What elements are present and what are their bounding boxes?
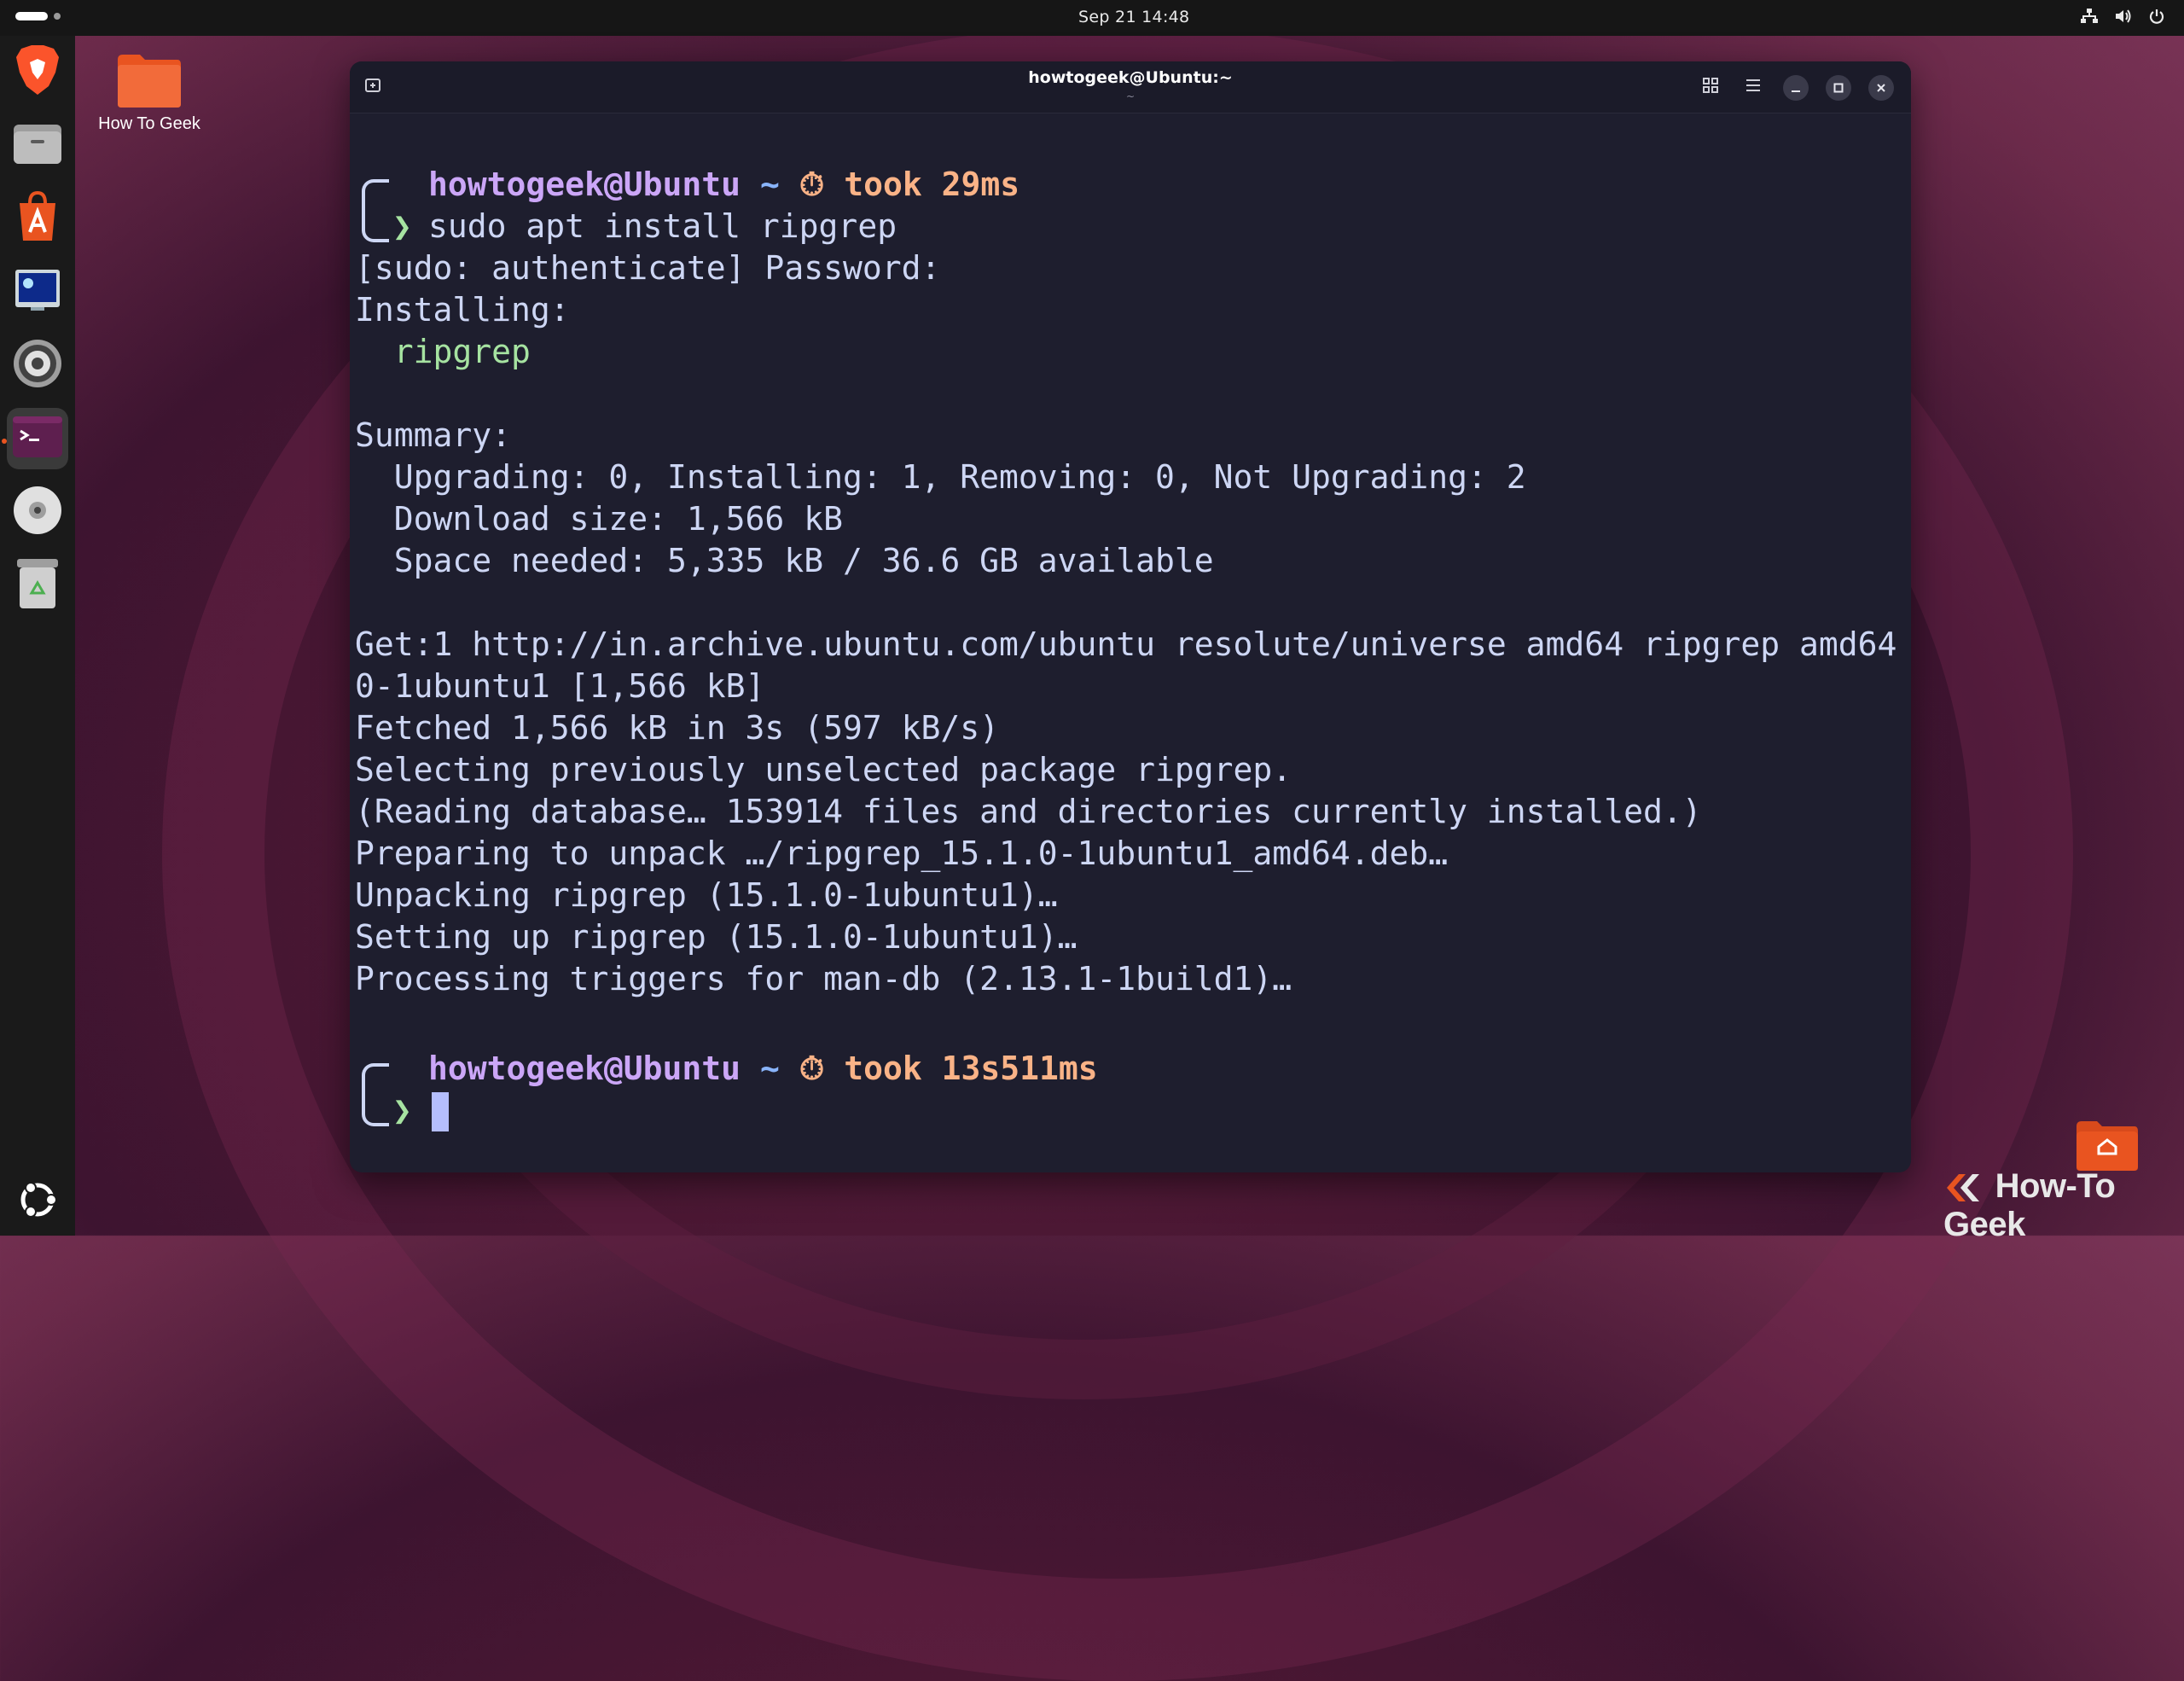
workspace-dot [54, 13, 61, 20]
desktop-folder[interactable]: How To Geek [94, 53, 205, 134]
terminal-title: howtogeek@Ubuntu:~ [1028, 68, 1233, 87]
disc-icon [12, 485, 63, 539]
prompt-line: howtogeek@Ubuntu ~ ⏱ took 13s511ms [428, 1048, 1098, 1090]
prompt-duration: took 13s511ms [844, 1050, 1098, 1087]
folder-icon [116, 55, 183, 113]
home-folder-icon [2075, 1120, 2140, 1172]
output-line: Fetched 1,566 kB in 3s (597 kB/s) [355, 709, 999, 747]
dock-item-app-center[interactable] [7, 188, 68, 249]
output-line: Installing: [355, 291, 570, 329]
output-line: Setting up ripgrep (15.1.0-1ubuntu1)… [355, 918, 1077, 956]
output-line: 0-1ubuntu1 [1,566 kB] [355, 667, 765, 705]
prompt-dir: ~ [759, 1050, 780, 1087]
output-line: Preparing to unpack …/ripgrep_15.1.0-1ub… [355, 835, 1449, 872]
terminal-subtitle: ~ [1125, 90, 1136, 102]
prompt-user: howtogeek@Ubuntu [428, 1050, 741, 1087]
network-icon[interactable] [2080, 8, 2099, 28]
tab-overview-button[interactable] [1698, 74, 1723, 100]
timer-icon: ⏱ [799, 166, 825, 203]
command-line: sudo apt install ripgrep [428, 207, 897, 245]
activities-indicator[interactable] [15, 12, 61, 20]
output-line: Selecting previously unselected package … [355, 751, 1292, 788]
output-line: Unpacking ripgrep (15.1.0-1ubuntu1)… [355, 876, 1058, 914]
grid-icon [1703, 77, 1718, 97]
desktop-folder-label: How To Geek [98, 114, 200, 133]
dock-item-brave[interactable] [7, 41, 68, 102]
prompt-duration: took 29ms [844, 166, 1020, 203]
workspace-active-pill [15, 12, 48, 20]
prompt-line: howtogeek@Ubuntu ~ ⏱ took 29ms [428, 164, 1019, 206]
running-indicator [2, 439, 7, 444]
prompt-chevron: ❯ [392, 207, 412, 245]
ubuntu-logo-icon [15, 1178, 60, 1225]
text-cursor[interactable] [432, 1092, 449, 1131]
prompt-bracket [362, 179, 389, 242]
show-apps-button[interactable] [7, 1171, 68, 1232]
prompt-chevron: ❯ [392, 1091, 412, 1129]
system-tray[interactable] [2080, 8, 2165, 28]
dock-item-settings[interactable] [7, 334, 68, 396]
output-line-package: ripgrep [355, 333, 531, 370]
htg-logo-icon [1943, 1167, 1995, 1205]
dock-item-monitor[interactable] [7, 261, 68, 323]
prompt-user: howtogeek@Ubuntu [428, 166, 741, 203]
menu-button[interactable] [1740, 74, 1766, 100]
volume-icon[interactable] [2114, 8, 2133, 28]
output-line: Get:1 http://in.archive.ubuntu.com/ubunt… [355, 625, 1911, 663]
dock-item-trash[interactable] [7, 555, 68, 616]
trash-icon [15, 557, 60, 614]
output-line: Download size: 1,566 kB [355, 500, 843, 538]
output-line: Processing triggers for man-db (2.13.1-1… [355, 960, 1292, 998]
output-line: [sudo: authenticate] Password: [355, 249, 941, 287]
maximize-button[interactable] [1826, 75, 1851, 101]
minimize-button[interactable] [1783, 75, 1809, 101]
timer-icon: ⏱ [799, 1050, 825, 1087]
maximize-icon [1833, 80, 1844, 96]
close-button[interactable] [1868, 75, 1894, 101]
close-icon [1876, 80, 1886, 96]
settings-icon [12, 338, 63, 393]
terminal-icon [12, 416, 63, 462]
hamburger-menu-icon [1745, 79, 1761, 96]
watermark-logo: How-To Geek [1943, 1167, 2184, 1244]
minimize-icon [1791, 80, 1801, 96]
dock-item-terminal[interactable] [7, 408, 68, 469]
dock [0, 36, 75, 1236]
output-line: Upgrading: 0, Installing: 1, Removing: 0… [355, 458, 1526, 496]
dock-item-disc[interactable] [7, 481, 68, 543]
output-line: (Reading database… 153914 files and dire… [355, 793, 1702, 830]
app-center-icon [15, 190, 61, 246]
brave-icon [13, 44, 62, 100]
dock-item-files[interactable] [7, 114, 68, 176]
files-icon [12, 121, 63, 169]
power-icon[interactable] [2148, 8, 2165, 28]
prompt-dir: ~ [759, 166, 780, 203]
output-line: Space needed: 5,335 kB / 36.6 GB availab… [355, 542, 1214, 579]
clock[interactable]: Sep 21 14:48 [1078, 8, 1189, 26]
output-line: Summary: [355, 416, 512, 454]
prompt-bracket [362, 1063, 389, 1126]
top-bar: Sep 21 14:48 [0, 0, 2184, 36]
terminal-window[interactable]: howtogeek@Ubuntu:~ ~ howtogeek@Ubuntu ~ … [350, 61, 1911, 1172]
screen-app-icon [14, 268, 61, 316]
terminal-header-bar[interactable]: howtogeek@Ubuntu:~ ~ [350, 61, 1911, 113]
